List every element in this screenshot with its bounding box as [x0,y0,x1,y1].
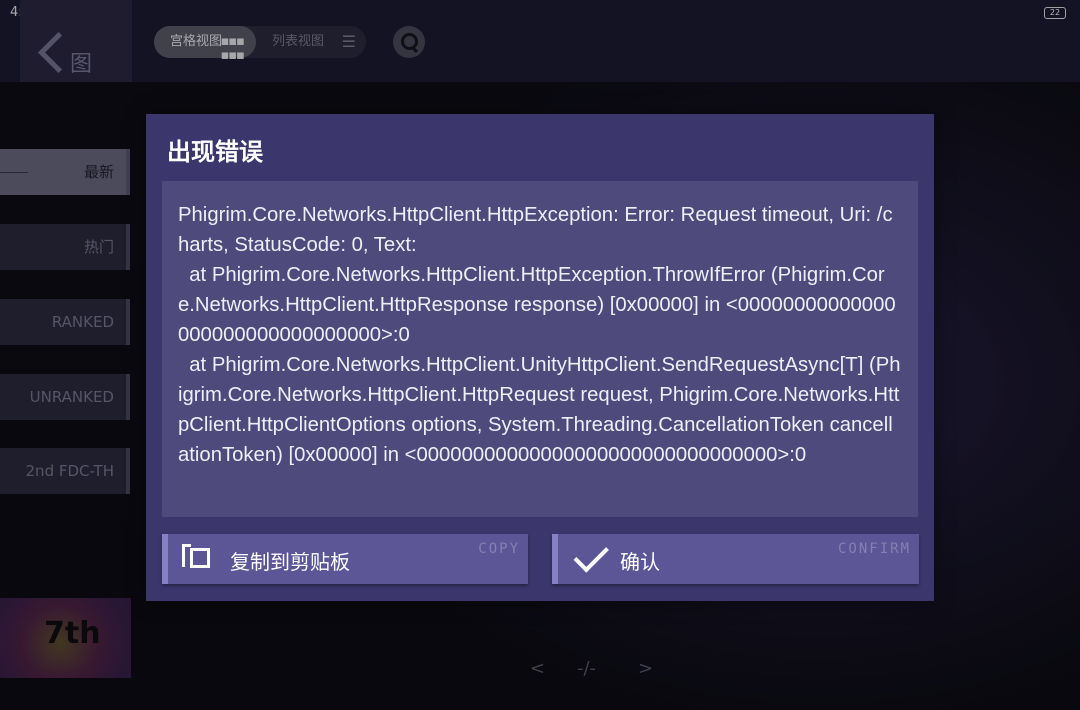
confirm-button-label: 确认 [620,550,660,574]
error-message-box: Phigrim.Core.Networks.HttpClient.HttpExc… [162,181,918,517]
error-message: Phigrim.Core.Networks.HttpClient.HttpExc… [178,204,901,466]
dialog-title: 出现错误 [167,138,263,166]
copy-icon-front [190,548,210,568]
check-icon [573,537,609,573]
copy-icon [182,544,214,574]
error-dialog: 出现错误 Phigrim.Core.Networks.HttpClient.Ht… [146,114,934,601]
copy-button-label: 复制到剪贴板 [230,550,350,574]
copy-to-clipboard-button[interactable]: 复制到剪贴板 COPY [162,534,528,584]
confirm-button[interactable]: 确认 CONFIRM [552,534,919,584]
copy-ghost-text: COPY [478,541,520,557]
confirm-ghost-text: CONFIRM [837,541,911,557]
